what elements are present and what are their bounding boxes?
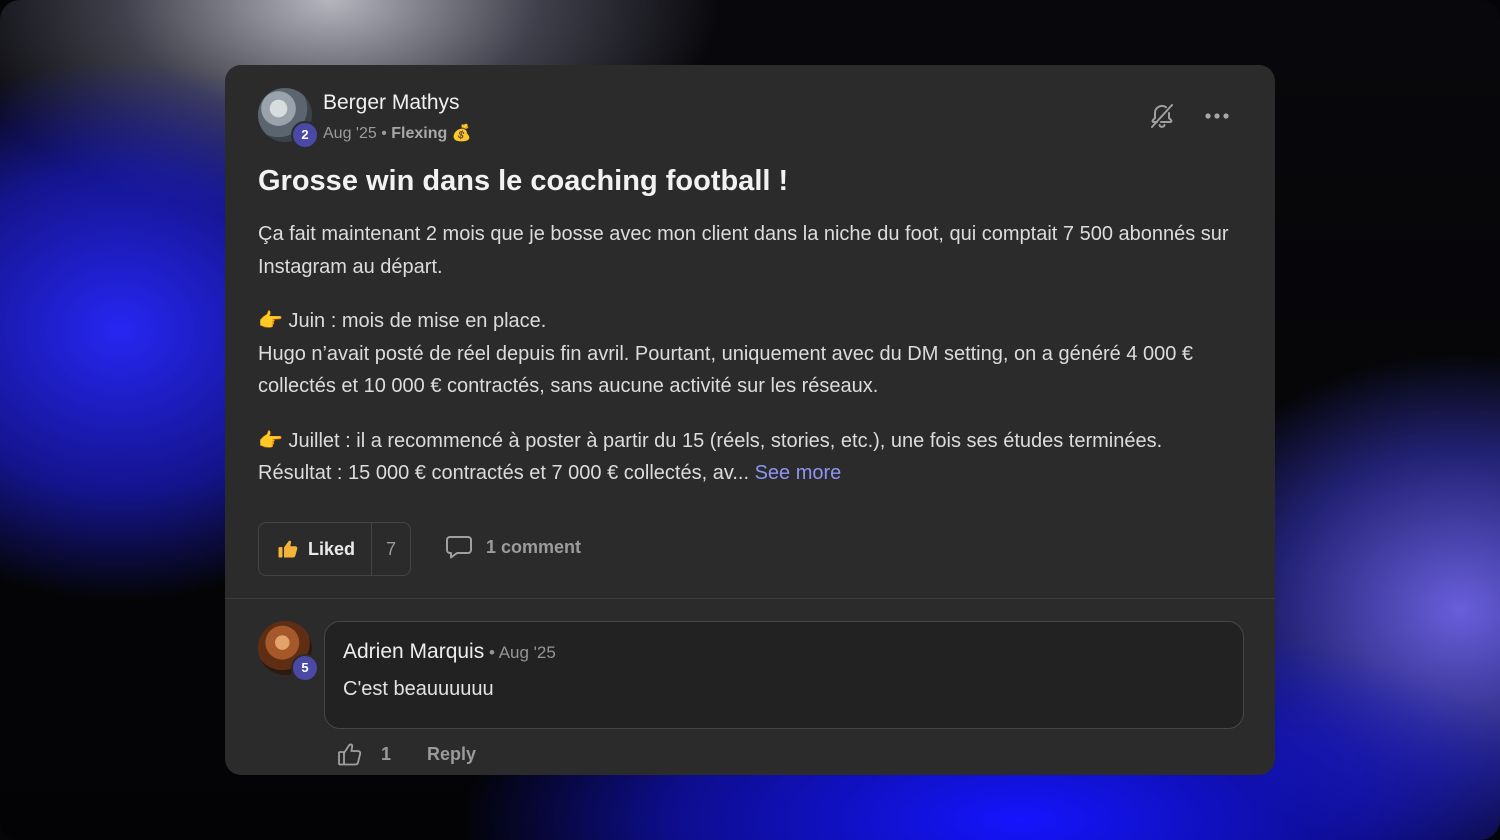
thumbs-up-filled-icon: [278, 540, 298, 558]
post-card: 2 Berger Mathys Aug '25 • Flexing 💰 Gros…: [225, 65, 1275, 775]
comment-count-button[interactable]: 1 comment: [446, 535, 581, 559]
post-paragraph: Ça fait maintenant 2 mois que je bosse a…: [258, 223, 1229, 278]
comment-date: • Aug '25: [484, 643, 556, 662]
liked-label: Liked: [308, 538, 356, 559]
post-body: Ça fait maintenant 2 mois que je bosse a…: [258, 218, 1253, 512]
post-line: 👉 Juin : mois de mise en place.: [258, 310, 547, 332]
post-date: Aug '25: [323, 125, 377, 142]
post-line: 👉 Juillet : il a recommencé à poster à p…: [258, 429, 1163, 452]
money-bag-icon: 💰: [451, 125, 472, 142]
post-title: Grosse win dans le coaching football !: [258, 165, 789, 197]
comment-text: C'est beauuuuuu: [343, 678, 494, 700]
post-line: Hugo n’avait posté de réel depuis fin av…: [258, 342, 1194, 398]
see-more-link[interactable]: See more: [755, 462, 842, 484]
post-category[interactable]: Flexing: [391, 125, 447, 142]
meta-separator: •: [376, 125, 392, 142]
commenter-level-badge: 5: [291, 654, 319, 682]
post-paragraph: 👉 Juillet : il a recommencé à poster à p…: [258, 425, 1253, 490]
post-meta: Aug '25 • Flexing 💰: [323, 123, 472, 143]
like-count[interactable]: 7: [372, 539, 410, 560]
comment-author-name[interactable]: Adrien Marquis: [343, 640, 484, 663]
like-control: Liked 7: [258, 522, 411, 576]
comment-count-label: 1 comment: [486, 536, 582, 557]
comment-author-line: Adrien Marquis • Aug '25: [343, 640, 556, 664]
author-level-badge: 2: [291, 121, 319, 149]
comment-like-count: 1: [381, 744, 392, 764]
comment-bubble-icon: [446, 536, 472, 559]
more-dots-icon[interactable]: [1202, 101, 1232, 131]
thumbs-up-outline-icon[interactable]: [338, 743, 362, 766]
post-line: Résultat : 15 000 € contractés et 7 000 …: [258, 462, 755, 484]
liked-button[interactable]: Liked: [259, 523, 373, 575]
section-divider: [225, 598, 1275, 599]
post-author-name[interactable]: Berger Mathys: [323, 91, 460, 115]
bell-off-icon[interactable]: [1147, 101, 1177, 131]
comment-bubble: Adrien Marquis • Aug '25 C'est beauuuuuu: [324, 621, 1244, 729]
post-paragraph: 👉 Juin : mois de mise en place. Hugo n’a…: [258, 305, 1253, 403]
comment-actions: 1 Reply: [338, 743, 476, 766]
reply-button[interactable]: Reply: [427, 744, 476, 765]
